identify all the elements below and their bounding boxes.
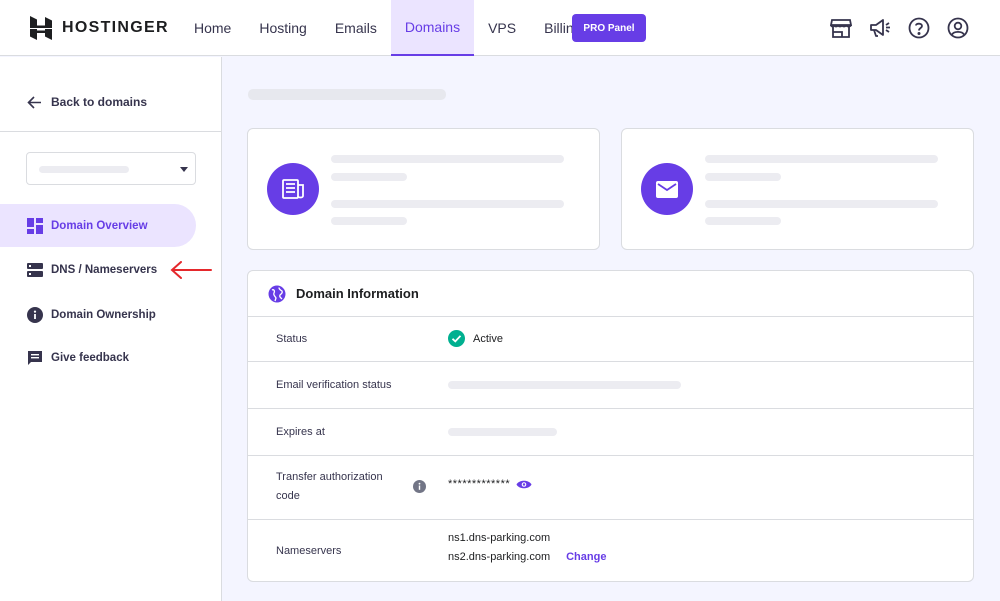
row-label: Status [276,333,308,345]
row-label: Transfer authorization code [276,471,383,502]
status-text: Active [473,332,503,345]
caret-down-icon [180,167,188,172]
value-skeleton [448,428,557,436]
masked-code: ************* [448,478,511,490]
nav-vps[interactable]: VPS [474,0,530,56]
domain-information-title: Domain Information [296,286,419,301]
info-tooltip-icon[interactable] [413,480,426,493]
sidebar-item-domain-ownership[interactable]: Domain Ownership [0,293,196,336]
logo-wordmark: HOSTINGER [62,19,169,36]
info-icon [27,306,43,323]
change-nameservers-link[interactable]: Change [566,551,606,563]
nav-emails[interactable]: Emails [321,0,391,56]
nav-hosting[interactable]: Hosting [245,0,320,56]
hostinger-logo-icon [30,16,52,40]
status-value: Active [448,330,503,347]
receipt-icon [282,179,304,199]
card-skeleton-line [331,173,407,181]
overview-card-email [621,128,974,250]
megaphone-icon[interactable] [868,14,892,42]
store-icon[interactable] [829,14,853,42]
sidebar-item-label: Domain Overview [51,219,148,232]
value-skeleton [448,381,681,389]
card-skeleton-line [331,217,407,225]
globe-icon [268,285,286,302]
top-navigation-bar: HOSTINGER Home Hosting Emails Domains VP… [0,0,1000,56]
info-row-transfer-code: Transfer authorization code ************… [248,456,973,520]
info-row-status: Status Active [248,317,973,362]
card-icon-badge [267,163,319,215]
check-circle-icon [448,330,465,347]
row-label: Nameservers [276,545,342,557]
sidebar-item-dns-nameservers[interactable]: DNS / Nameservers [0,248,196,291]
dashboard-icon [27,217,43,234]
row-label: Expires at [276,426,325,438]
domain-selector[interactable] [26,152,196,185]
main-nav: Home Hosting Emails Domains VPS Billing [180,0,595,56]
row-label: Email verification status [276,379,392,391]
sidebar-divider [0,131,221,132]
overview-card-primary [247,128,600,250]
sidebar: Back to domains Domain Overview DNS / Na… [0,57,222,601]
server-icon [27,262,43,277]
sidebar-item-give-feedback[interactable]: Give feedback [0,336,196,379]
card-skeleton-line [705,200,938,208]
domain-selector-placeholder [39,166,129,173]
red-arrow-annotation [170,261,212,279]
nameserver-2-line: ns2.dns-parking.com Change [448,551,606,563]
info-row-nameservers: Nameservers ns1.dns-parking.com ns2.dns-… [248,520,973,581]
sidebar-item-label: Domain Ownership [51,308,156,321]
transfer-code-value: ************* [448,478,532,490]
nameserver-1: ns1.dns-parking.com [448,532,551,544]
sidebar-item-domain-overview[interactable]: Domain Overview [0,204,196,247]
nameserver-2: ns2.dns-parking.com [448,551,551,563]
page-title-skeleton [248,89,446,100]
sidebar-item-label: DNS / Nameservers [51,263,158,276]
domain-information-card: Domain Information Status Active Email v… [247,270,974,582]
card-icon-badge [641,163,693,215]
pro-panel-button[interactable]: PRO Panel [572,14,646,42]
info-row-expires: Expires at [248,409,973,456]
sidebar-item-label: Give feedback [51,351,129,364]
card-skeleton-line [331,200,564,208]
card-skeleton-line [705,155,938,163]
nav-domains[interactable]: Domains [390,0,475,56]
card-skeleton-line [705,217,781,225]
back-to-domains-link[interactable]: Back to domains [27,95,147,109]
eye-icon[interactable] [516,479,532,490]
nav-home[interactable]: Home [180,0,245,56]
domain-information-header: Domain Information [248,271,973,317]
account-icon[interactable] [946,14,970,42]
arrow-left-icon [27,95,41,109]
help-icon[interactable] [907,14,931,42]
back-link-label: Back to domains [51,95,148,109]
hostinger-logo[interactable]: HOSTINGER [30,16,169,40]
mail-icon [656,180,678,198]
info-row-email-verification: Email verification status [248,362,973,409]
feedback-icon [28,350,42,365]
card-skeleton-line [705,173,781,181]
top-icons [829,14,970,42]
card-skeleton-line [331,155,564,163]
